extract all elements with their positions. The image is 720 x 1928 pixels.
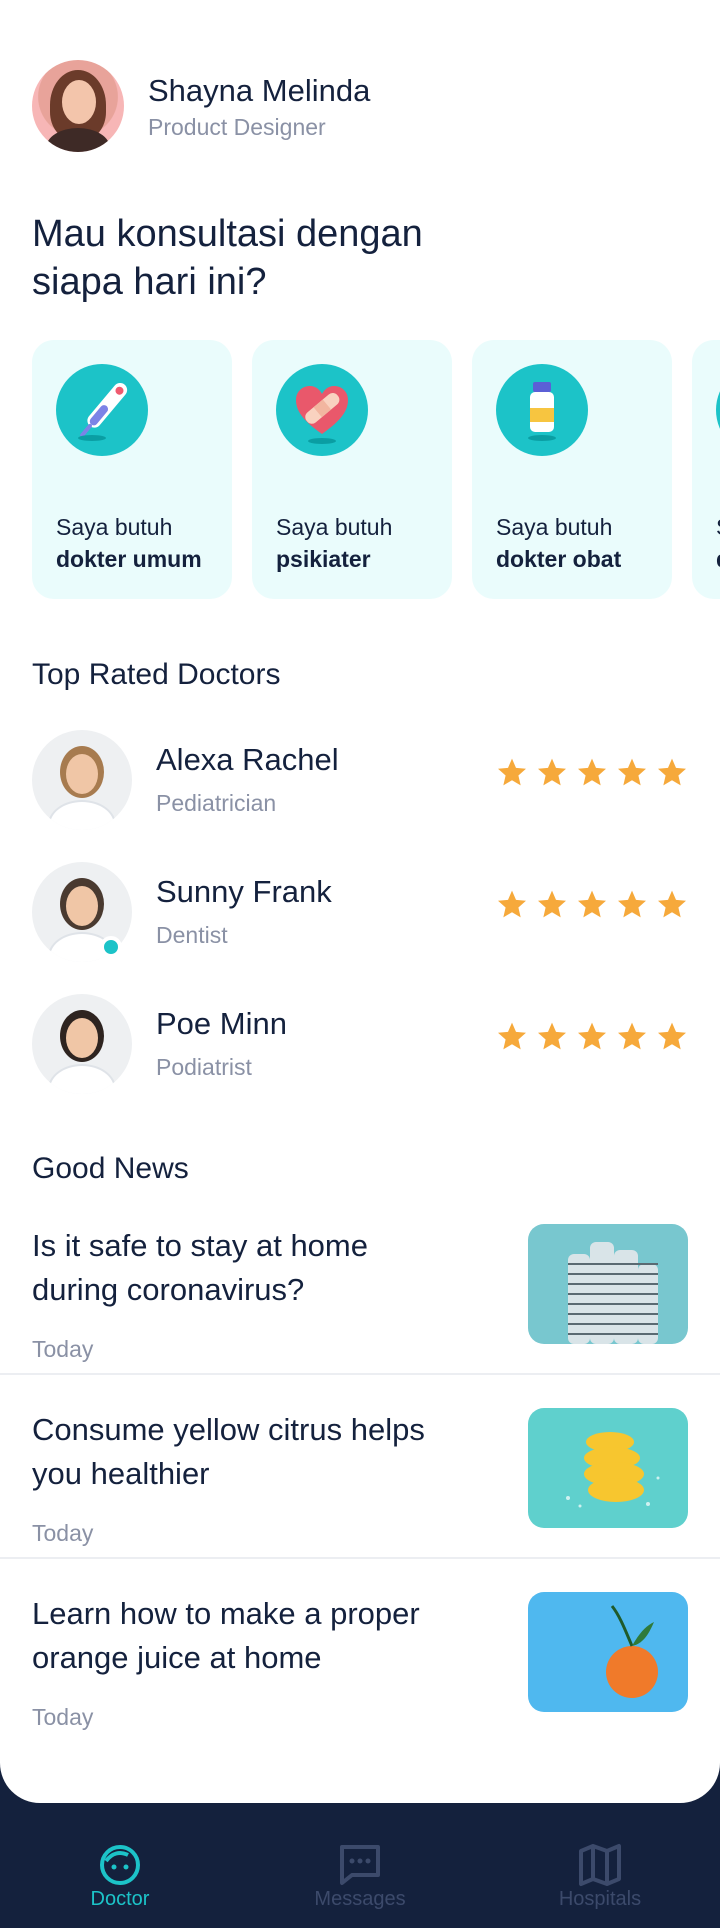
star-icon <box>498 890 526 918</box>
news-item[interactable]: Learn how to make a proper orange juice … <box>0 1592 720 1776</box>
top-rated-title: Top Rated Doctors <box>32 658 281 691</box>
category-card-general[interactable]: Saya butuh dokter umum <box>32 340 232 599</box>
category-label-prefix: Saya butuh <box>496 514 613 540</box>
divider <box>0 1557 720 1559</box>
star-icon <box>538 758 566 786</box>
doctor-specialty: Podiatrist <box>156 1054 252 1080</box>
good-news-title: Good News <box>32 1152 189 1185</box>
star-icon <box>578 890 606 918</box>
doctor-row[interactable]: Poe Minn Podiatrist <box>32 994 688 1094</box>
news-item[interactable]: Is it safe to stay at home during corona… <box>0 1224 720 1408</box>
nav-label: Messages <box>314 1888 406 1910</box>
doctor-row[interactable]: Alexa Rachel Pediatrician <box>32 730 688 830</box>
user-profile[interactable]: Shayna Melinda Product Designer <box>32 60 370 152</box>
star-icon <box>578 758 606 786</box>
star-icon <box>498 758 526 786</box>
doctor-name: Poe Minn <box>156 1006 287 1041</box>
star-icon <box>658 758 686 786</box>
category-label-prefix: Saya butuh <box>276 514 393 540</box>
face-icon <box>100 1845 140 1885</box>
star-icon <box>578 1022 606 1050</box>
doctor-specialty: Dentist <box>156 922 228 948</box>
news-date: Today <box>32 1336 94 1362</box>
doctor-name: Sunny Frank <box>156 874 332 909</box>
nav-label: Hospitals <box>558 1888 642 1910</box>
thermometer-icon <box>56 364 148 456</box>
main-screen: Shayna Melinda Product Designer Mau kons… <box>0 0 720 1803</box>
star-icon <box>498 1022 526 1050</box>
category-label: dokter obat <box>496 546 622 572</box>
category-label: d <box>716 546 720 573</box>
bottom-nav: Doctor Messages Hospitals <box>0 1803 720 1928</box>
news-item[interactable]: Consume yellow citrus helps you healthie… <box>0 1408 720 1592</box>
category-label-prefix: Saya butuh <box>56 514 173 540</box>
doctor-rating <box>496 1020 688 1052</box>
doctor-rating <box>496 888 688 920</box>
doctor-avatar <box>32 730 132 830</box>
nav-doctor[interactable]: Doctor <box>0 1803 240 1928</box>
doctor-specialty: Pediatrician <box>156 790 277 816</box>
category-carousel[interactable]: Saya butuh dokter umum Saya butuh psikia… <box>32 340 720 599</box>
medicine-bottle-icon <box>496 364 588 456</box>
orange-photo <box>528 1592 688 1712</box>
star-icon <box>538 1022 566 1050</box>
star-icon <box>658 1022 686 1050</box>
user-avatar <box>32 60 124 152</box>
building-photo <box>528 1224 688 1344</box>
star-icon <box>538 890 566 918</box>
news-date: Today <box>32 1704 94 1730</box>
nav-label: Doctor <box>90 1888 150 1910</box>
star-icon <box>618 758 646 786</box>
lemon-photo <box>528 1408 688 1528</box>
message-icon <box>340 1845 380 1885</box>
news-date: Today <box>32 1520 94 1546</box>
category-card-pharmacy[interactable]: Saya butuh dokter obat <box>472 340 672 599</box>
category-label: dokter umum <box>56 546 202 572</box>
doctor-avatar <box>32 994 132 1094</box>
news-title: Is it safe to stay at home during corona… <box>32 1228 368 1307</box>
category-card-more[interactable]: S d <box>692 340 720 599</box>
user-role: Product Designer <box>148 113 326 140</box>
category-label: psikiater <box>276 546 371 572</box>
star-icon <box>618 1022 646 1050</box>
user-name: Shayna Melinda <box>148 72 371 108</box>
news-title: Consume yellow citrus helps you healthie… <box>32 1412 425 1491</box>
nav-messages[interactable]: Messages <box>240 1803 480 1928</box>
doctor-rating <box>496 756 688 788</box>
category-icon <box>716 364 720 456</box>
category-card-psychiatrist[interactable]: Saya butuh psikiater <box>252 340 452 599</box>
category-label-prefix: S <box>716 514 720 541</box>
star-icon <box>658 890 686 918</box>
bandaged-heart-icon <box>276 364 368 456</box>
map-icon <box>579 1844 621 1886</box>
page-headline: Mau konsultasi dengan siapa hari ini? <box>32 213 423 303</box>
doctor-name: Alexa Rachel <box>156 742 339 777</box>
divider <box>0 1373 720 1375</box>
star-icon <box>618 890 646 918</box>
nav-hospitals[interactable]: Hospitals <box>480 1803 720 1928</box>
news-title: Learn how to make a proper orange juice … <box>32 1596 420 1675</box>
doctor-row[interactable]: Sunny Frank Dentist <box>32 862 688 962</box>
online-indicator <box>100 936 122 958</box>
